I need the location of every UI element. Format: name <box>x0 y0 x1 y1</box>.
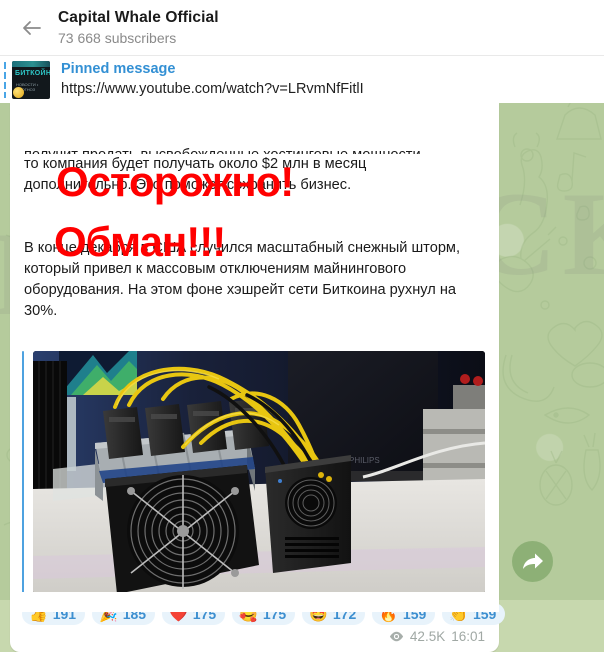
pinned-message-bar[interactable]: БИТКОЙН НОВОСТИ • ПРОГНОЗ Pinned message… <box>0 55 604 103</box>
message-paragraph-2: В конце декабря в США случился масштабны… <box>24 240 461 319</box>
pinned-text-block: Pinned message https://www.youtube.com/w… <box>61 61 364 98</box>
chat-title: Capital Whale Official <box>58 8 219 26</box>
pinned-message-thumbnail: БИТКОЙН НОВОСТИ • ПРОГНОЗ <box>12 60 50 99</box>
thumbnail-top-band <box>12 60 50 67</box>
share-button[interactable] <box>512 541 553 582</box>
svg-text:PHILIPS: PHILIPS <box>349 456 380 465</box>
message-time: 16:01 <box>451 629 485 644</box>
pinned-url: https://www.youtube.com/watch?v=LRvmNfFi… <box>61 80 364 97</box>
message-bubble[interactable]: получит продать высвобожденные хостингов… <box>10 103 506 652</box>
pinned-label: Pinned message <box>61 61 176 78</box>
pinned-indicator-bar <box>4 61 6 98</box>
views-eye-icon <box>389 631 404 642</box>
next-message-bubble[interactable] <box>10 592 499 612</box>
coin-icon <box>13 86 24 98</box>
message-clipped-line: получит продать высвобожденные хостингов… <box>24 145 485 154</box>
message-photo-wrapper[interactable]: PHILIPS <box>22 351 499 594</box>
message-meta: 42.5K 16:01 <box>10 625 499 648</box>
message-photo[interactable]: PHILIPS <box>33 351 485 594</box>
share-arrow-icon <box>522 553 543 569</box>
thumbnail-caption-line1: БИТКОЙН <box>15 69 50 77</box>
message-paragraph-1: то компания будет получать около $2 млн … <box>24 156 367 193</box>
subscriber-count: 73 668 subscribers <box>58 29 177 46</box>
view-count: 42.5K <box>409 629 446 644</box>
back-arrow-icon <box>23 20 41 35</box>
header-text-block: Capital Whale Official 73 668 subscriber… <box>58 9 219 47</box>
message-text: получит продать высвобожденные хостингов… <box>10 103 499 343</box>
back-button[interactable] <box>12 8 52 48</box>
photo-quote-bar <box>22 351 24 594</box>
chat-header: Capital Whale Official 73 668 subscriber… <box>0 0 604 55</box>
mining-rig-photo-art: PHILIPS <box>33 351 485 594</box>
